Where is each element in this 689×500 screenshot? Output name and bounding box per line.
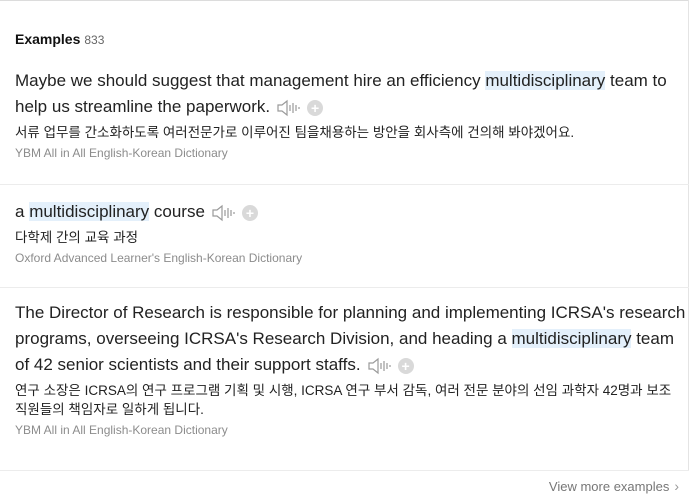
example-source: Oxford Advanced Learner's English-Korean… bbox=[15, 251, 303, 265]
example-english: a multidisciplinary course + bbox=[15, 199, 687, 225]
example-english: The Director of Research is responsible … bbox=[15, 303, 686, 375]
add-to-wordbook-plus-icon[interactable]: + bbox=[307, 99, 324, 116]
view-more-label[interactable]: View more examples bbox=[549, 479, 669, 494]
speaker-icon[interactable] bbox=[276, 99, 302, 117]
example-item: Maybe we should suggest that management … bbox=[15, 68, 689, 160]
add-to-wordbook-plus-icon[interactable]: + bbox=[241, 204, 258, 221]
example-source: YBM All in All English-Korean Dictionary bbox=[15, 423, 228, 437]
keyword-highlight: multidisciplinary bbox=[485, 71, 606, 90]
keyword-highlight: multidisciplinary bbox=[511, 329, 632, 348]
example-item: a multidisciplinary course + 다학제 간의 교육 과… bbox=[15, 199, 689, 265]
speaker-icon[interactable] bbox=[211, 204, 237, 222]
examples-title: Examples bbox=[15, 31, 81, 47]
footer-divider bbox=[0, 470, 689, 471]
add-to-wordbook-plus-icon[interactable]: + bbox=[397, 357, 414, 374]
example-divider bbox=[0, 184, 689, 185]
examples-count: 833 bbox=[84, 33, 105, 47]
example-divider bbox=[0, 287, 689, 288]
examples-header: Examples 833 bbox=[15, 31, 104, 47]
example-korean: 서류 업무를 간소화하도록 여러전문가로 이루어진 팀을채용하는 방안을 회사측… bbox=[15, 125, 575, 140]
view-more-examples-link[interactable]: View more examples › bbox=[549, 478, 679, 494]
chevron-right-icon: › bbox=[674, 478, 679, 494]
example-source: YBM All in All English-Korean Dictionary bbox=[15, 146, 228, 160]
speaker-icon[interactable] bbox=[367, 357, 393, 375]
example-korean: 연구 소장은 ICRSA의 연구 프로그램 기획 및 시행, ICRSA 연구 … bbox=[15, 383, 672, 417]
example-korean: 다학제 간의 교육 과정 bbox=[15, 230, 139, 245]
example-item: The Director of Research is responsible … bbox=[15, 300, 689, 437]
top-divider bbox=[0, 0, 689, 1]
example-english: Maybe we should suggest that management … bbox=[15, 71, 667, 117]
keyword-highlight: multidisciplinary bbox=[29, 202, 150, 221]
